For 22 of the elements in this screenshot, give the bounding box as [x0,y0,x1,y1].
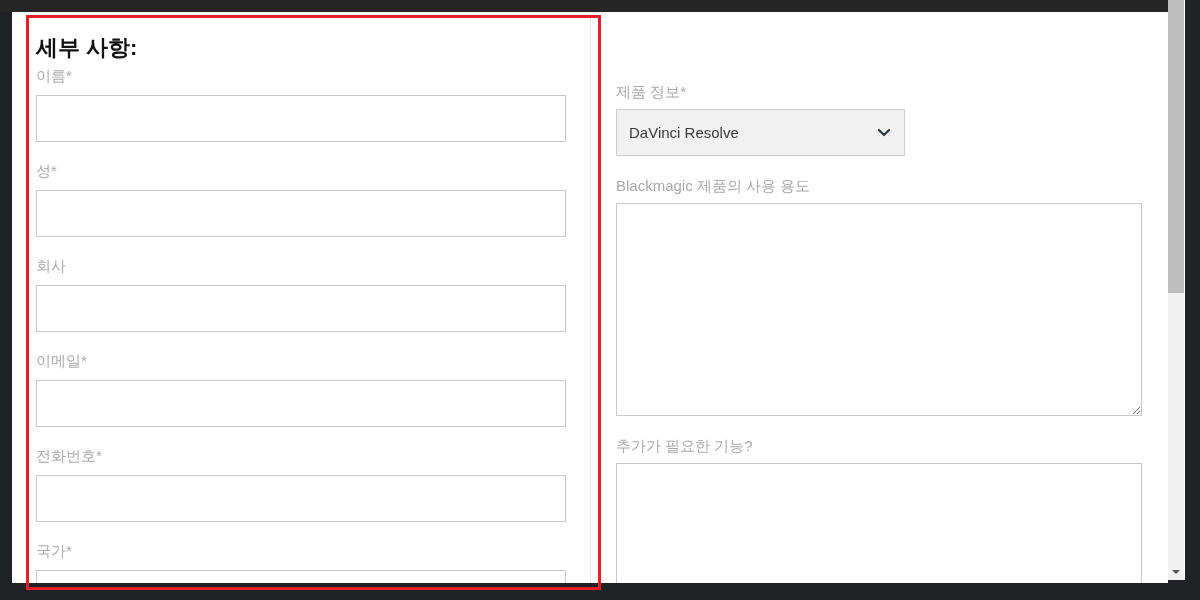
text-field[interactable] [36,190,566,237]
field-label: 회사 [36,256,66,276]
text-field[interactable] [36,95,566,142]
field-label: 제품 정보* [616,82,686,102]
text-area[interactable] [616,463,1142,583]
text-field[interactable] [36,475,566,522]
text-field[interactable] [36,285,566,332]
field-label: Blackmagic 제품의 사용 용도 [616,176,811,196]
section-heading: 세부 사항: [36,34,138,62]
text-field[interactable] [36,380,566,427]
dropdown[interactable]: DaVinci Resolve [616,109,905,156]
scrollbar-thumb[interactable] [1168,0,1184,293]
field-label: 이메일* [36,351,87,371]
field-label: 성* [36,161,57,181]
text-area[interactable] [616,203,1142,416]
field-label: 이름* [36,66,72,86]
chevron-down-icon [878,128,890,137]
text-field[interactable] [36,570,566,583]
field-label: 추가가 필요한 기능? [616,436,753,456]
triangle-down-icon[interactable] [1172,570,1180,574]
field-label: 국가* [36,541,72,561]
field-label: 전화번호* [36,446,102,466]
